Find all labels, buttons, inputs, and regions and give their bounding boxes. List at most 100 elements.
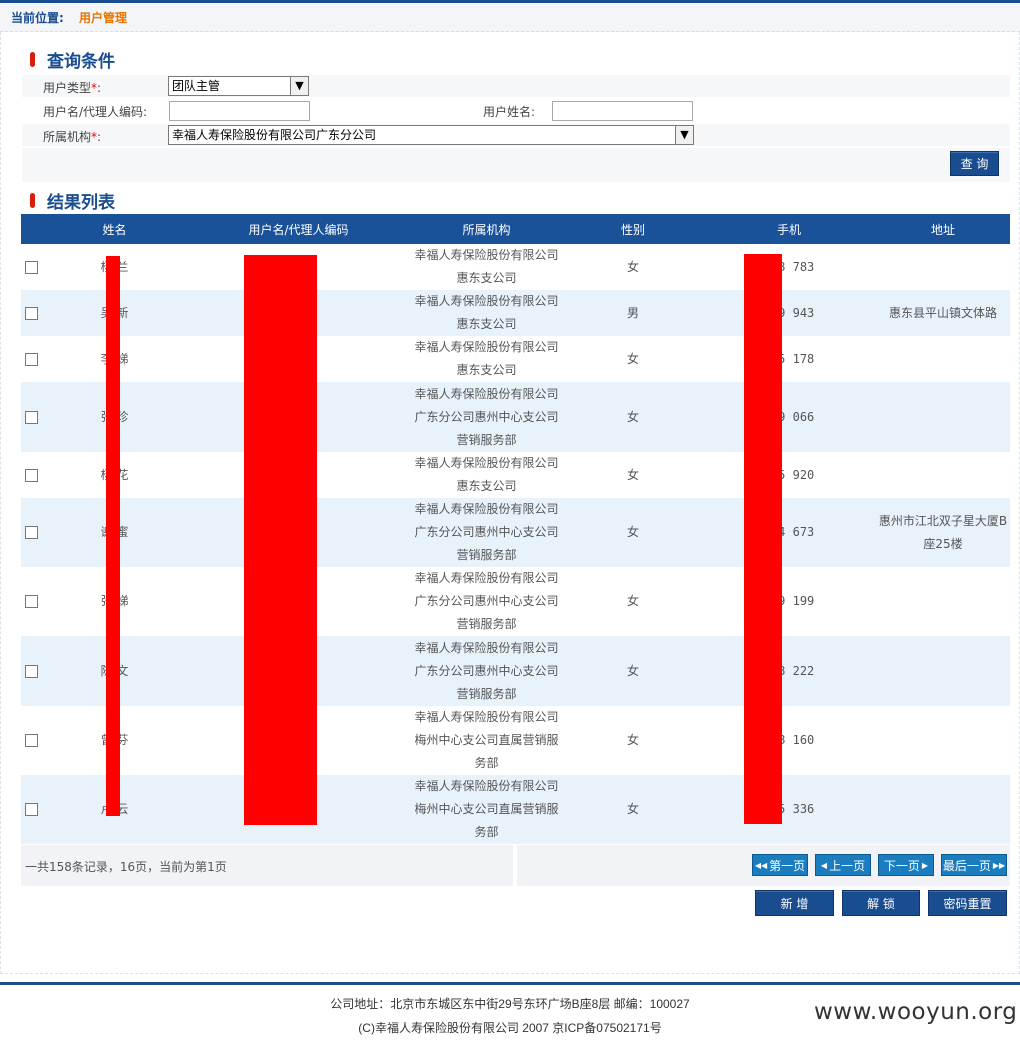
org-row: 所属机构*: 幸福人寿保险股份有限公司广东分公司 ▼ bbox=[22, 124, 1010, 146]
last-page-button[interactable]: 最后一页 ▶▶ bbox=[941, 854, 1007, 876]
phone-cell: 158 783 bbox=[702, 244, 876, 290]
column-header-gender[interactable]: 性别 bbox=[564, 214, 702, 244]
table-row[interactable]: 曾 芬幸福人寿保险股份有限公司梅州中心支公司直属营销服务部女138 160 bbox=[21, 706, 1010, 775]
checkbox-cell bbox=[21, 290, 41, 336]
org-label: 所属机构*: bbox=[43, 130, 102, 144]
column-header-code[interactable]: 用户名/代理人编码 bbox=[188, 214, 409, 244]
gender-cell: 女 bbox=[564, 452, 702, 498]
phone-cell: 159 943 bbox=[702, 290, 876, 336]
gender-cell: 女 bbox=[564, 244, 702, 290]
table-row[interactable]: 杨 兰幸福人寿保险股份有限公司惠东支公司女158 783 bbox=[21, 244, 1010, 290]
user-type-row: 用户类型*: 团队主管 ▼ bbox=[22, 75, 1010, 97]
chevron-left-icon: ◀ bbox=[820, 860, 828, 870]
checkbox-cell bbox=[21, 636, 41, 706]
address-cell: 惠州市江北双子星大厦B座25楼 bbox=[876, 498, 1010, 567]
row-checkbox[interactable] bbox=[25, 410, 38, 424]
column-header-name[interactable]: 姓名 bbox=[41, 214, 188, 244]
footer-border bbox=[0, 982, 1020, 985]
org-cell: 幸福人寿保险股份有限公司惠东支公司 bbox=[409, 452, 564, 498]
org-cell: 幸福人寿保险股份有限公司惠东支公司 bbox=[409, 336, 564, 382]
user-name-input[interactable] bbox=[552, 101, 693, 121]
user-type-label: 用户类型*: bbox=[43, 81, 102, 95]
address-cell: 惠东县平山镇文体路 bbox=[876, 290, 1010, 336]
row-checkbox[interactable] bbox=[25, 595, 38, 608]
prev-page-button[interactable]: ◀ 上一页 bbox=[815, 854, 871, 876]
results-section-title: 结果列表 bbox=[30, 189, 115, 213]
user-code-row: 用户名/代理人编码: 用户姓名: bbox=[22, 99, 1010, 123]
pager-summary: 一共158条记录，16页，当前为第1页 bbox=[25, 860, 227, 874]
user-type-select[interactable]: 团队主管 ▼ bbox=[168, 76, 309, 96]
row-checkbox[interactable] bbox=[25, 468, 38, 482]
org-cell: 幸福人寿保险股份有限公司梅州中心支公司直属营销服务部 bbox=[409, 706, 564, 775]
column-header-phone[interactable]: 手机 bbox=[702, 214, 876, 244]
gender-cell: 男 bbox=[564, 290, 702, 336]
checkbox-cell bbox=[21, 244, 41, 290]
table-header-row: 姓名 用户名/代理人编码 所属机构 性别 手机 地址 bbox=[21, 214, 1010, 244]
row-checkbox[interactable] bbox=[25, 352, 38, 366]
next-page-button[interactable]: 下一页 ▶ bbox=[878, 854, 934, 876]
table-row[interactable]: 吴 新幸福人寿保险股份有限公司惠东支公司男159 943惠东县平山镇文体路 bbox=[21, 290, 1010, 336]
address-cell bbox=[876, 382, 1010, 452]
redaction-bar-name bbox=[106, 256, 120, 816]
row-checkbox[interactable] bbox=[25, 526, 38, 539]
row-checkbox[interactable] bbox=[25, 260, 38, 274]
pager-bar: 一共158条记录，16页，当前为第1页 ◀◀ 第一页 ◀ 上一页 下一页 ▶ 最后一页… bbox=[21, 845, 1010, 886]
gender-cell: 女 bbox=[564, 336, 702, 382]
table-row[interactable]: 李 娣幸福人寿保险股份有限公司惠东支公司女135 178 bbox=[21, 336, 1010, 382]
row-checkbox[interactable] bbox=[25, 734, 38, 747]
checkbox-cell bbox=[21, 382, 41, 452]
row-checkbox[interactable] bbox=[25, 306, 38, 320]
org-cell: 幸福人寿保险股份有限公司梅州中心支公司直属营销服务部 bbox=[409, 775, 564, 844]
unlock-button[interactable]: 解 锁 bbox=[842, 890, 920, 916]
table-row[interactable]: 卢 云幸福人寿保险股份有限公司梅州中心支公司直属营销服务部女135 336 bbox=[21, 775, 1010, 844]
phone-cell: 139 199 bbox=[702, 567, 876, 636]
first-page-button[interactable]: ◀◀ 第一页 bbox=[752, 854, 808, 876]
checkbox-cell bbox=[21, 775, 41, 844]
search-row: 查 询 bbox=[22, 148, 1010, 182]
phone-cell: 138 160 bbox=[702, 706, 876, 775]
redaction-bar-code bbox=[244, 255, 317, 825]
user-code-input[interactable] bbox=[169, 101, 310, 121]
row-checkbox[interactable] bbox=[25, 664, 38, 678]
pager-divider bbox=[513, 845, 517, 886]
address-cell bbox=[876, 706, 1010, 775]
chevron-down-icon: ▼ bbox=[290, 77, 308, 95]
column-header-address[interactable]: 地址 bbox=[876, 214, 1010, 244]
double-chevron-right-icon: ▶▶ bbox=[992, 860, 1006, 870]
query-section-title: 查询条件 bbox=[30, 48, 115, 72]
phone-cell: 135 336 bbox=[702, 775, 876, 844]
address-cell bbox=[876, 452, 1010, 498]
column-header-org[interactable]: 所属机构 bbox=[409, 214, 564, 244]
results-table: 姓名 用户名/代理人编码 所属机构 性别 手机 地址 杨 兰幸福人寿保险股份有限… bbox=[21, 214, 1010, 844]
row-checkbox[interactable] bbox=[25, 803, 38, 816]
breadcrumb: 当前位置: 用户管理 bbox=[0, 3, 1020, 32]
gender-cell: 女 bbox=[564, 498, 702, 567]
gender-cell: 女 bbox=[564, 567, 702, 636]
gender-cell: 女 bbox=[564, 775, 702, 844]
chevron-right-icon: ▶ bbox=[921, 860, 929, 870]
gender-cell: 女 bbox=[564, 636, 702, 706]
phone-cell: 135 178 bbox=[702, 336, 876, 382]
add-button[interactable]: 新 增 bbox=[755, 890, 834, 916]
phone-cell: 134 673 bbox=[702, 498, 876, 567]
org-cell: 幸福人寿保险股份有限公司惠东支公司 bbox=[409, 244, 564, 290]
address-cell bbox=[876, 775, 1010, 844]
table-row[interactable]: 杨 花幸福人寿保险股份有限公司惠东支公司女135 920 bbox=[21, 452, 1010, 498]
org-select[interactable]: 幸福人寿保险股份有限公司广东分公司 ▼ bbox=[168, 125, 694, 145]
address-cell bbox=[876, 244, 1010, 290]
table-row[interactable]: 张 娣幸福人寿保险股份有限公司广东分公司惠州中心支公司营销服务部女139 199 bbox=[21, 567, 1010, 636]
double-chevron-left-icon: ◀◀ bbox=[754, 860, 768, 870]
address-cell bbox=[876, 567, 1010, 636]
reset-password-button[interactable]: 密码重置 bbox=[928, 890, 1007, 916]
user-code-label: 用户名/代理人编码: bbox=[43, 105, 148, 119]
address-cell bbox=[876, 636, 1010, 706]
org-cell: 幸福人寿保险股份有限公司广东分公司惠州中心支公司营销服务部 bbox=[409, 567, 564, 636]
table-row[interactable]: 谢 蜜幸福人寿保险股份有限公司广东分公司惠州中心支公司营销服务部女134 673… bbox=[21, 498, 1010, 567]
search-button[interactable]: 查 询 bbox=[950, 151, 999, 176]
org-cell: 幸福人寿保险股份有限公司广东分公司惠州中心支公司营销服务部 bbox=[409, 636, 564, 706]
header-checkbox bbox=[21, 214, 41, 244]
table-row[interactable]: 张 珍幸福人寿保险股份有限公司广东分公司惠州中心支公司营销服务部女189 066 bbox=[21, 382, 1010, 452]
table-row[interactable]: 陈 文幸福人寿保险股份有限公司广东分公司惠州中心支公司营销服务部女138 222 bbox=[21, 636, 1010, 706]
breadcrumb-current[interactable]: 用户管理 bbox=[79, 9, 127, 26]
checkbox-cell bbox=[21, 567, 41, 636]
